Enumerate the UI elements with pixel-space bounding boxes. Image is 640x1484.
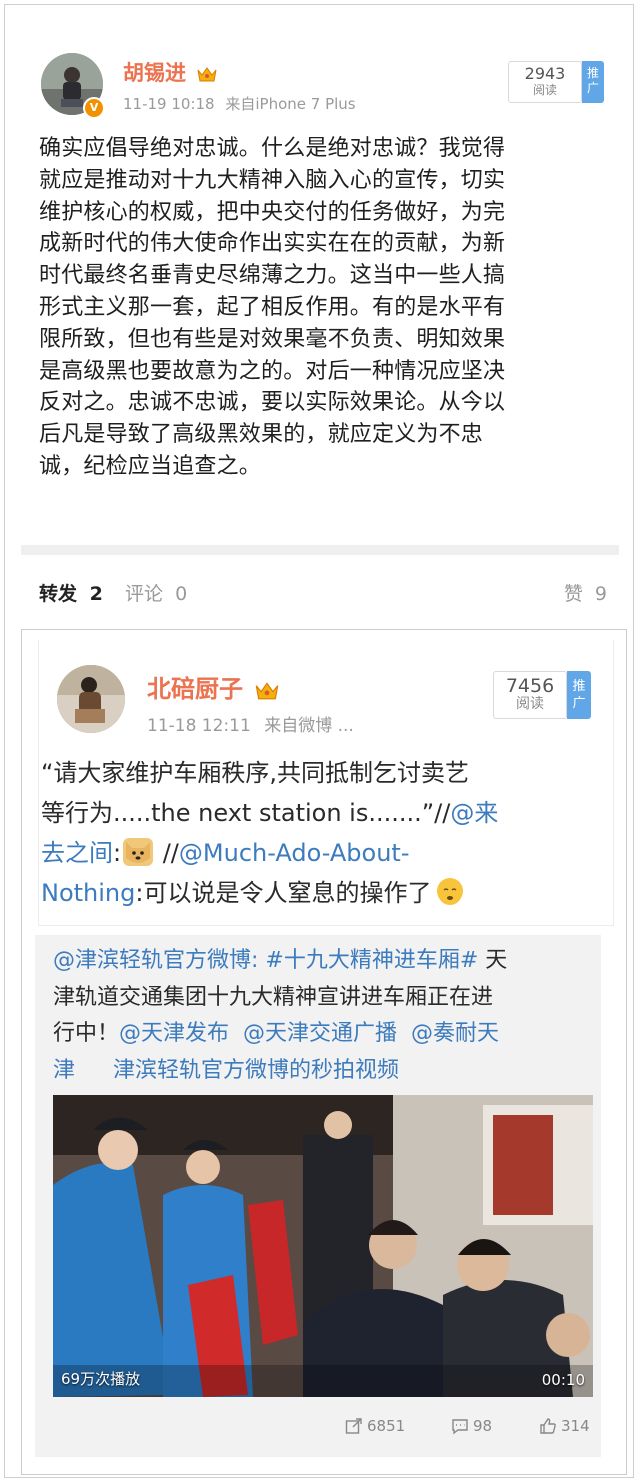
tab-comment-count: 0 — [175, 583, 188, 605]
mention-link[interactable]: @天津发布 — [119, 1021, 229, 1046]
repost-read-count: 7456 — [505, 675, 555, 697]
read-count-box: 2943 阅读 — [508, 61, 582, 103]
thumbs-up-icon — [540, 1418, 556, 1434]
promote-button[interactable]: 推广 — [582, 61, 604, 103]
tab-repost-count: 2 — [89, 583, 103, 605]
mention-link[interactable]: 去之间 — [41, 839, 113, 867]
comment-icon — [452, 1419, 468, 1435]
quoted-text: 天 — [478, 948, 508, 973]
post-body-line: 维护核心的权威，把中央交付的任务做好，为完 — [39, 199, 506, 225]
mention-link[interactable]: Nothing — [41, 879, 135, 907]
comment-stat[interactable]: 98 — [451, 1417, 492, 1435]
suffocating-face-emoji-icon — [437, 878, 464, 905]
repost-body-line: “请大家维护车厢秩序,共同抵制乞讨卖艺 — [41, 759, 470, 787]
repost-username[interactable]: 北碚厨子 — [147, 669, 279, 704]
post-body-line: 就应是推动对十九大精神入脑入心的宣传，切实 — [39, 167, 506, 193]
post-meta: 11-19 10:18 来自iPhone 7 Plus — [123, 93, 356, 114]
mention-link[interactable]: @津滨轻轨官方微博 — [53, 948, 251, 973]
quoted-post-text: @津滨轻轨官方微博: #十九大精神进车厢# 天 津轨道交通集团十九大精神宣讲进车… — [53, 943, 601, 1089]
username[interactable]: 胡锡进 — [123, 57, 217, 87]
username-text[interactable]: 胡锡进 — [123, 61, 186, 85]
topic-link[interactable]: #十九大精神进车厢# — [265, 948, 478, 973]
repost-promote-label: 推广 — [572, 679, 586, 711]
share-stat[interactable]: 6851 — [345, 1417, 405, 1435]
post-source[interactable]: 来自iPhone 7 Plus — [225, 95, 355, 113]
promote-label: 推广 — [587, 66, 600, 95]
repost-body-line: 去之间: //@Much-Ado-About- — [41, 833, 601, 873]
tab-comment-label: 评论 — [125, 583, 164, 605]
repost-avatar[interactable] — [57, 665, 125, 733]
repost-text: :可以说是令人窒息的操作了 — [135, 879, 432, 907]
repost-promote-button[interactable]: 推广 — [567, 671, 591, 719]
post-body: 确实应倡导绝对忠诚。什么是绝对忠诚？我觉得 就应是推动对十九大精神入脑入心的宣传… — [39, 133, 619, 483]
quoted-sep: : — [251, 948, 266, 973]
mention-link[interactable]: @Much-Ado-About- — [179, 839, 410, 867]
share-count: 6851 — [367, 1417, 406, 1435]
tab-like[interactable]: 赞 9 — [564, 579, 607, 606]
post-timestamp: 11-19 10:18 — [123, 95, 215, 113]
quoted-line: 行中！@天津发布 @天津交通广播 @奏耐天 — [53, 1016, 601, 1053]
mention-link[interactable]: @来 — [450, 799, 498, 827]
post-body-line: 时代最终名垂青史尽绵薄之力。这当中一些人搞 — [39, 263, 506, 289]
repost-username-text[interactable]: 北碚厨子 — [147, 675, 243, 703]
post-body-line: 反对之。忠诚不忠诚，要以实际效果论。从今以 — [39, 390, 506, 416]
vip-crown-icon — [197, 67, 217, 82]
mention-link[interactable]: @奏耐天 — [411, 1021, 499, 1046]
repost-body: “请大家维护车厢秩序,共同抵制乞讨卖艺 等行为.....the next sta… — [41, 753, 601, 913]
quoted-line: @津滨轻轨官方微博: #十九大精神进车厢# 天 — [53, 943, 601, 980]
read-count: 2943 — [524, 64, 566, 83]
repost-body-line: Nothing:可以说是令人窒息的操作了 — [41, 873, 601, 913]
quoted-text: 行中！ — [53, 1021, 120, 1046]
post-body-line: 是高级黑也要故意为之的。对后一种情况应坚决 — [39, 358, 506, 384]
post-body-line: 诚，纪检应当追查之。 — [39, 453, 262, 479]
tab-repost[interactable]: 转发 2 — [39, 579, 103, 606]
video-duration: 00:10 — [541, 1371, 585, 1389]
like-count: 314 — [561, 1417, 590, 1435]
verified-badge-icon: V — [83, 97, 105, 119]
repost-text: 等行为.....the next station is.......”// — [41, 799, 451, 827]
repost-timestamp: 11-18 12:11 — [147, 716, 251, 736]
read-label: 阅读 — [532, 83, 557, 97]
video-frame-image — [53, 1095, 593, 1397]
interaction-tabs: 转发 2 评论 0 赞 9 — [21, 563, 619, 621]
repost-meta: 11-18 12:11 来自微博 ... — [147, 711, 354, 736]
like-stat[interactable]: 314 — [539, 1417, 590, 1435]
repost-read-count-box: 7456 阅读 — [493, 671, 567, 719]
quoted-line: 津轨道交通集团十九大精神宣讲进车厢正在进 — [53, 984, 494, 1010]
video-thumbnail[interactable]: 69万次播放 00:10 — [53, 1095, 593, 1397]
divider — [21, 545, 619, 555]
tab-like-label: 赞 — [563, 583, 583, 605]
video-play-count: 69万次播放 — [61, 1370, 141, 1388]
video-link[interactable]: 津滨轻轨官方微博的秒拍视频 — [113, 1058, 399, 1083]
tab-like-count: 9 — [594, 583, 607, 605]
tab-comment[interactable]: 评论 0 — [125, 579, 187, 606]
repost-source[interactable]: 来自微博 ... — [264, 716, 354, 736]
repost-body-line: 等行为.....the next station is.......”//@来 — [41, 793, 601, 833]
mention-link[interactable]: @天津交通广播 — [243, 1021, 397, 1046]
comment-count: 98 — [473, 1417, 493, 1435]
post-body-line: 后凡是导致了高级黑效果的，就应定义为不忠 — [39, 422, 484, 448]
doge-emoji-icon — [123, 838, 154, 866]
vip-crown-icon — [256, 681, 279, 699]
tab-repost-label: 转发 — [39, 583, 78, 605]
mention-link[interactable]: 津 — [53, 1058, 75, 1083]
quoted-line: 津 津滨轻轨官方微博的秒拍视频 — [53, 1053, 601, 1090]
repost-read-label: 阅读 — [516, 696, 544, 712]
post-body-line: 限所致，但也有些是对效果毫不负责、明知效果 — [39, 326, 506, 352]
share-icon — [345, 1418, 362, 1434]
post-body-line: 成新时代的伟大使命作出实实在在的贡献，为新 — [39, 231, 506, 257]
repost-text: : — [113, 839, 122, 867]
post-body-line: 形式主义那一套，起了相反作用。有的是水平有 — [39, 294, 506, 320]
post-body-line: 确实应倡导绝对忠诚。什么是绝对忠诚？我觉得 — [39, 136, 506, 161]
repost-text: // — [155, 839, 179, 867]
weibo-screenshot-frame: V 胡锡进 11-19 10:18 来自iPhone 7 Plus 2943 阅… — [4, 4, 634, 1478]
